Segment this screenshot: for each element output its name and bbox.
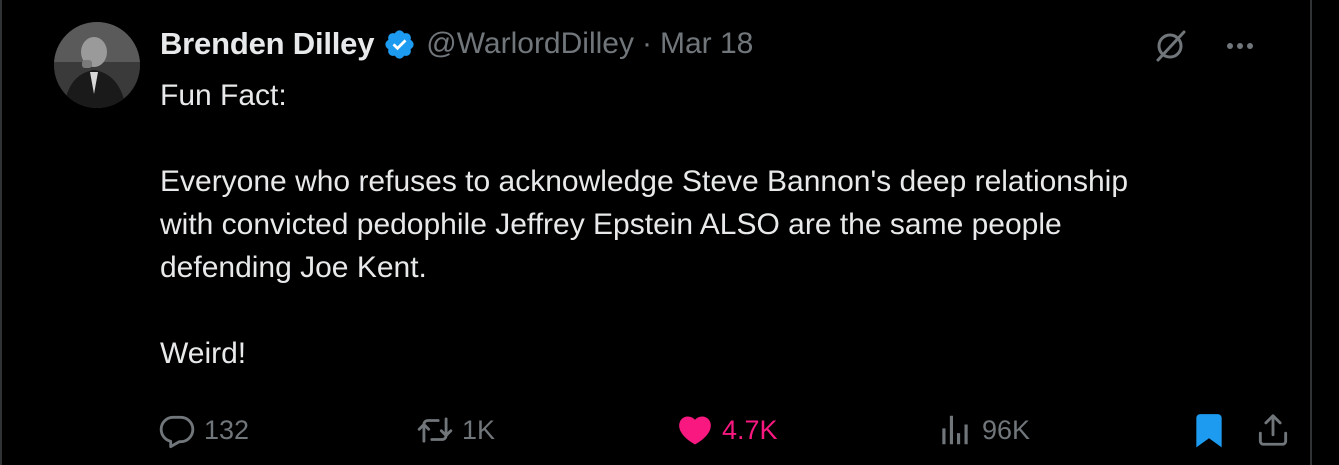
bookmark-icon bbox=[1190, 411, 1228, 449]
like-button[interactable]: 4.7K bbox=[676, 406, 778, 454]
author-handle[interactable]: @WarlordDilley bbox=[426, 27, 634, 61]
repost-count: 1K bbox=[462, 414, 496, 445]
repost-button[interactable]: 1K bbox=[416, 406, 495, 454]
tweet-date[interactable]: Mar 18 bbox=[660, 27, 753, 61]
heart-icon bbox=[676, 411, 714, 449]
more-icon[interactable] bbox=[1220, 26, 1260, 66]
views-count: 96K bbox=[982, 414, 1031, 445]
views-icon bbox=[936, 411, 974, 449]
repost-icon bbox=[416, 411, 454, 449]
avatar[interactable] bbox=[54, 22, 140, 108]
display-name[interactable]: Brenden Dilley bbox=[160, 26, 374, 62]
reply-button[interactable]: 132 bbox=[158, 406, 249, 454]
header-actions bbox=[1150, 26, 1260, 66]
reply-icon bbox=[158, 411, 196, 449]
like-count: 4.7K bbox=[722, 414, 778, 445]
avatar-photo bbox=[54, 22, 140, 108]
tweet-text: Fun Fact: Everyone who refuses to acknow… bbox=[160, 79, 1129, 370]
grok-icon[interactable] bbox=[1150, 26, 1190, 66]
share-icon bbox=[1254, 411, 1292, 449]
tweet-card[interactable]: Brenden Dilley @WarlordDilley · Mar 18 F bbox=[0, 0, 1312, 465]
tweet-actions-bar: 132 1K 4.7K 96K bbox=[158, 406, 1308, 454]
views-button[interactable]: 96K bbox=[936, 406, 1030, 454]
verified-badge-icon[interactable] bbox=[383, 28, 416, 61]
bookmark-button[interactable] bbox=[1190, 406, 1228, 454]
reply-count: 132 bbox=[204, 414, 250, 445]
separator-dot: · bbox=[641, 27, 652, 60]
share-button[interactable] bbox=[1254, 406, 1292, 454]
tweet-header: Brenden Dilley @WarlordDilley · Mar 18 bbox=[160, 24, 753, 64]
